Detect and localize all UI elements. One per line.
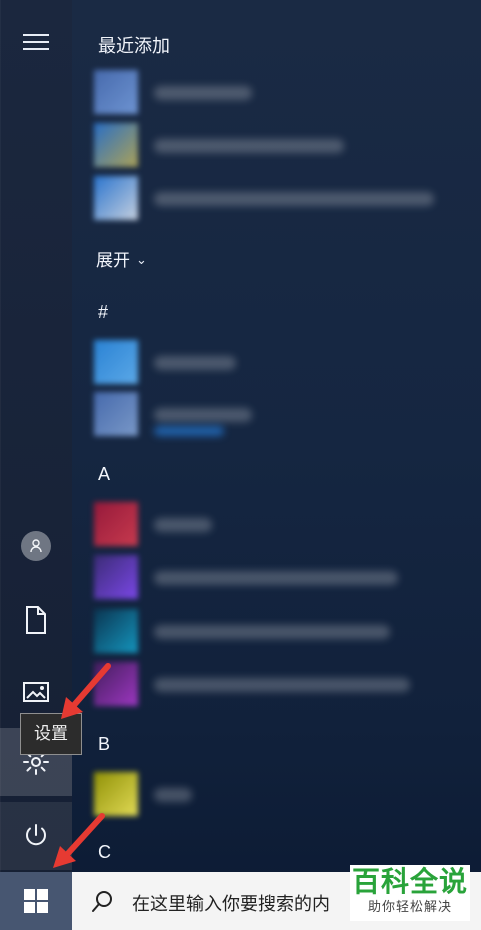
letter-heading[interactable]: # [98,302,108,323]
app-icon [94,502,138,546]
app-icon [94,123,138,167]
blurred-app-subtitle [154,426,224,436]
blurred-app-name [154,139,344,153]
app-icon [94,340,138,384]
settings-tooltip: 设置 [20,713,82,755]
letter-heading[interactable]: C [98,842,111,863]
user-icon [21,531,51,561]
app-list-item[interactable] [94,172,454,224]
expand-label: 展开 [96,251,130,270]
documents-button[interactable] [0,586,72,654]
blurred-app-name [154,571,398,585]
app-list-item[interactable] [94,119,454,171]
blurred-app-name [154,356,236,370]
app-list-item[interactable] [94,66,454,118]
power-icon [26,824,46,846]
app-list-item[interactable] [94,498,454,550]
document-icon [26,606,46,634]
app-list-item[interactable] [94,658,454,710]
app-list-item[interactable] [94,388,454,440]
letter-heading[interactable]: A [98,464,110,485]
app-list-panel: 最近添加 展开 ⌄ # A B C [72,0,481,872]
watermark-sub: 助你轻松解决 [367,899,452,914]
windows-icon [24,889,48,913]
app-list-item[interactable] [94,605,454,657]
app-icon [94,555,138,599]
app-icon [94,176,138,220]
start-menu-screen: 设置 最近添加 展开 ⌄ # A B C 在这里输入你要搜索的内 百科全说 助你… [0,0,481,930]
blurred-app-name [154,86,252,100]
watermark-main: 百科全说 [351,866,468,897]
app-icon [94,609,138,653]
start-button[interactable] [0,872,72,930]
app-icon [94,662,138,706]
chevron-down-icon: ⌄ [136,252,147,267]
app-icon [94,392,138,436]
blurred-app-name [154,678,410,692]
blurred-app-name [154,408,252,422]
app-icon [94,70,138,114]
search-placeholder: 在这里输入你要搜索的内 [132,894,330,914]
watermark-brand: 百科全说 助你轻松解决 [350,865,470,921]
menu-button[interactable] [0,6,72,78]
app-icon [94,772,138,816]
app-list-item[interactable] [94,336,454,388]
search-icon [92,891,112,912]
hamburger-icon [23,34,49,50]
blurred-app-name [154,625,390,639]
blurred-app-name [154,788,192,802]
recently-added-heading: 最近添加 [98,36,170,56]
user-button[interactable] [0,512,72,580]
letter-heading[interactable]: B [98,734,110,755]
blurred-app-name [154,518,212,532]
app-list-item[interactable] [94,551,454,603]
image-icon [23,682,49,702]
blurred-app-name [154,192,434,206]
power-button[interactable] [0,802,72,870]
expand-button[interactable]: 展开 ⌄ [96,246,147,271]
app-list-item[interactable] [94,768,454,820]
